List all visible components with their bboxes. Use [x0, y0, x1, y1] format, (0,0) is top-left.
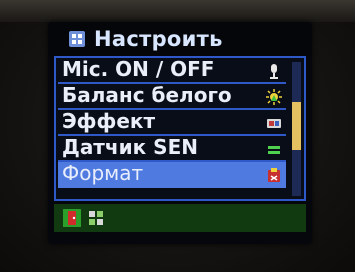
menu-item-white-balance[interactable]: Баланс белого: [58, 83, 286, 110]
white-balance-icon: [266, 89, 282, 105]
title-bar: Настроить: [48, 22, 312, 56]
menu-item-mic[interactable]: Mic. ON / OFF: [58, 57, 286, 84]
camera-device: Настроить Mic. ON / OFF Баланс белого Эф…: [0, 0, 355, 272]
scrollbar-thumb[interactable]: [292, 102, 301, 150]
format-icon: [268, 168, 280, 182]
lcd-screen: Настроить Mic. ON / OFF Баланс белого Эф…: [48, 22, 312, 244]
menu-item-label: Датчик SEN: [62, 135, 198, 159]
menu-item-label: Баланс белого: [62, 83, 232, 107]
bottom-bar: [54, 204, 306, 232]
menu-item-effect[interactable]: Эффект: [58, 109, 286, 136]
menu-item-sensor[interactable]: Датчик SEN: [58, 135, 286, 162]
settings-icon[interactable]: [86, 208, 106, 228]
effect-icon: [267, 119, 281, 128]
settings-icon: [69, 31, 85, 47]
exit-icon[interactable]: [62, 208, 82, 228]
device-bezel: [0, 0, 355, 22]
scrollbar[interactable]: [292, 62, 301, 196]
settings-menu: Mic. ON / OFF Баланс белого Эффект Датчи…: [54, 56, 306, 201]
menu-item-format[interactable]: Формат: [58, 161, 286, 188]
menu-title: Настроить: [94, 27, 223, 51]
microphone-icon: [270, 64, 278, 79]
menu-item-label: Формат: [62, 161, 144, 185]
menu-item-label: Mic. ON / OFF: [62, 57, 215, 81]
sensor-icon: [268, 146, 280, 154]
menu-item-label: Эффект: [62, 109, 156, 133]
